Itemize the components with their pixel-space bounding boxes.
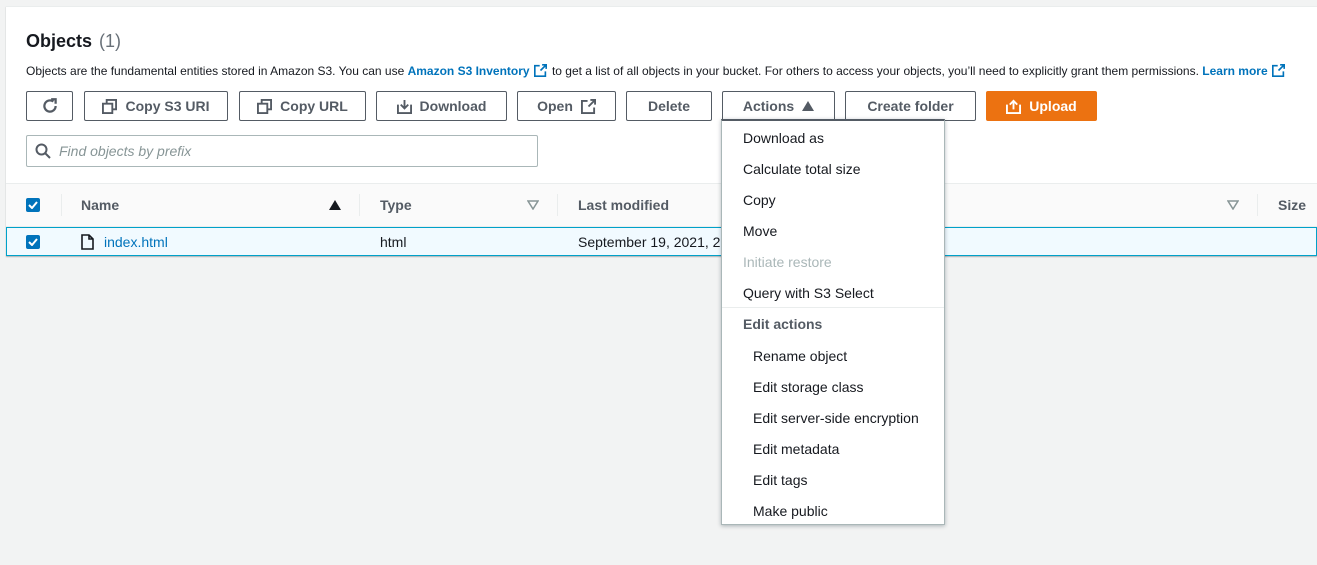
inventory-link-label: Amazon S3 Inventory xyxy=(407,64,530,78)
column-divider xyxy=(61,194,62,216)
desc-before: Objects are the fundamental entities sto… xyxy=(26,64,408,78)
copy-s3-uri-button[interactable]: Copy S3 URI xyxy=(84,91,228,121)
objects-panel: Objects (1) Objects are the fundamental … xyxy=(6,6,1317,256)
download-label: Download xyxy=(419,98,487,114)
checkbox-checked-icon xyxy=(26,198,40,212)
menu-item-edit-tags[interactable]: Edit tags xyxy=(753,464,807,495)
search-icon xyxy=(35,143,51,159)
column-header-size[interactable]: Size xyxy=(1278,184,1306,226)
search-input[interactable] xyxy=(59,143,519,159)
row-type-cell: html xyxy=(380,233,407,250)
actions-label: Actions xyxy=(742,98,795,114)
object-count: (1) xyxy=(99,31,122,51)
objects-description: Objects are the fundamental entities sto… xyxy=(26,64,1287,78)
menu-item-query-with-s3-select[interactable]: Query with S3 Select xyxy=(743,277,874,308)
delete-button[interactable]: Delete xyxy=(626,91,712,121)
file-icon xyxy=(81,233,94,250)
table-row[interactable]: index.html html September 19, 2021, 2 xyxy=(6,227,1317,256)
menu-item-edit-metadata[interactable]: Edit metadata xyxy=(753,433,839,464)
menu-item-edit-server-side-encryption[interactable]: Edit server-side encryption xyxy=(753,402,919,433)
copy-s3-uri-label: Copy S3 URI xyxy=(125,98,210,114)
menu-item-initiate-restore: Initiate restore xyxy=(743,253,832,270)
checkbox-checked-icon xyxy=(26,234,40,249)
title-text: Objects xyxy=(26,31,93,51)
learn-more-link[interactable]: Learn more xyxy=(1202,64,1286,78)
actions-button[interactable]: Actions xyxy=(722,91,835,121)
object-link[interactable]: index.html xyxy=(104,234,168,250)
caret-up-icon xyxy=(802,101,815,111)
external-link-icon xyxy=(1271,64,1285,77)
column-name-label: Name xyxy=(81,197,120,213)
sort-ascending-icon[interactable] xyxy=(329,200,341,210)
delete-label: Delete xyxy=(647,98,691,114)
page-title: Objects (1) xyxy=(26,31,121,52)
column-header-name[interactable]: Name xyxy=(81,184,119,226)
download-button[interactable]: Download xyxy=(376,91,507,121)
inventory-link[interactable]: Amazon S3 Inventory xyxy=(408,64,549,78)
upload-icon xyxy=(1006,99,1022,114)
create-folder-label: Create folder xyxy=(867,98,954,114)
menu-item-move[interactable]: Move xyxy=(743,215,777,246)
external-link-icon xyxy=(580,98,596,114)
create-folder-button[interactable]: Create folder xyxy=(845,91,976,121)
column-type-label: Type xyxy=(380,197,412,213)
sort-descending-icon[interactable] xyxy=(1227,200,1239,210)
upload-label: Upload xyxy=(1029,98,1077,114)
column-header-type[interactable]: Type xyxy=(380,184,412,226)
search-box xyxy=(26,135,538,167)
open-label: Open xyxy=(537,98,573,114)
open-button[interactable]: Open xyxy=(517,91,616,121)
menu-item-rename-object[interactable]: Rename object xyxy=(753,340,847,371)
actions-dropdown-menu: Download as Calculate total size Copy Mo… xyxy=(721,119,945,525)
column-last-modified-label: Last modified xyxy=(578,197,670,213)
menu-item-copy[interactable]: Copy xyxy=(743,184,776,215)
menu-item-download-as[interactable]: Download as xyxy=(743,122,824,153)
menu-item-make-public[interactable]: Make public xyxy=(753,495,828,526)
menu-group-edit-actions: Edit actions xyxy=(743,315,823,332)
row-checkbox[interactable] xyxy=(26,228,40,255)
row-name-cell: index.html xyxy=(81,228,168,255)
copy-url-label: Copy URL xyxy=(280,98,348,114)
column-size-label: Size xyxy=(1278,197,1307,213)
upload-button[interactable]: Upload xyxy=(986,91,1097,121)
download-icon xyxy=(396,99,412,114)
refresh-icon xyxy=(42,98,57,113)
menu-item-calculate-total-size[interactable]: Calculate total size xyxy=(743,153,861,184)
external-link-icon xyxy=(533,64,547,77)
copy-url-button[interactable]: Copy URL xyxy=(239,91,366,121)
row-last-modified-cell: September 19, 2021, 2 xyxy=(578,233,721,250)
copy-icon xyxy=(257,98,273,114)
sort-descending-icon[interactable] xyxy=(527,200,539,210)
select-all-checkbox[interactable] xyxy=(26,184,40,226)
table-header: Name Type Last modified Size xyxy=(6,183,1317,227)
learn-more-label: Learn more xyxy=(1202,64,1268,78)
column-divider xyxy=(557,194,558,216)
desc-middle: to get a list of all objects in your buc… xyxy=(548,64,1199,78)
column-header-last-modified[interactable]: Last modified xyxy=(578,184,669,226)
column-divider xyxy=(359,194,360,216)
copy-icon xyxy=(102,98,118,114)
refresh-button[interactable] xyxy=(26,91,73,121)
menu-item-edit-storage-class[interactable]: Edit storage class xyxy=(753,371,864,402)
column-divider xyxy=(1257,194,1258,216)
